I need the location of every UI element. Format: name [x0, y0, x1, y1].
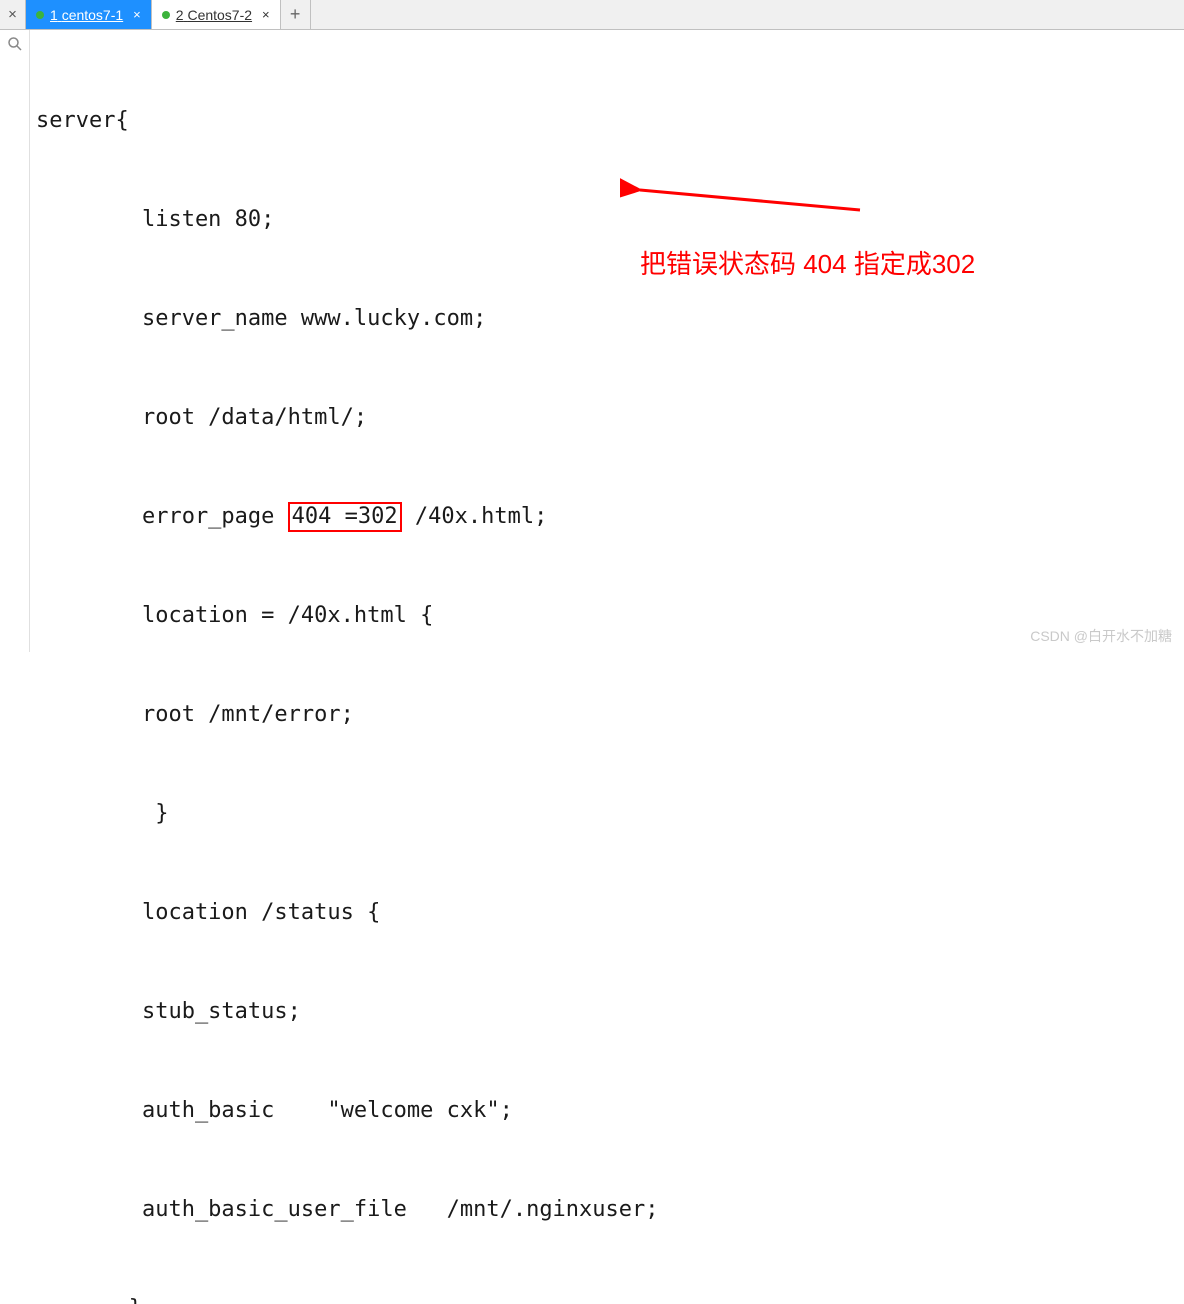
- tab-label: 2 Centos7-2: [176, 7, 252, 23]
- tab-close-icon[interactable]: ×: [258, 7, 270, 22]
- highlight-box: 404 =302: [288, 502, 402, 532]
- tab-close-icon[interactable]: ×: [129, 7, 141, 22]
- code-line: location /status {: [36, 896, 1178, 929]
- main-area: server{ listen 80; server_name www.lucky…: [0, 30, 1184, 652]
- tab-bar: × 1 centos7-1 × 2 Centos7-2 × +: [0, 0, 1184, 30]
- gutter: [0, 30, 30, 652]
- code-line: root /data/html/;: [36, 401, 1178, 434]
- close-all-button[interactable]: ×: [0, 0, 26, 29]
- code-line: stub_status;: [36, 995, 1178, 1028]
- code-line: auth_basic_user_file /mnt/.nginxuser;: [36, 1193, 1178, 1226]
- status-dot-icon: [162, 11, 170, 19]
- add-tab-button[interactable]: +: [281, 0, 311, 29]
- search-icon[interactable]: [7, 36, 23, 52]
- tab-centos7-1[interactable]: 1 centos7-1 ×: [26, 0, 152, 29]
- annotation-text: 把错误状态码 404 指定成302: [640, 248, 975, 281]
- code-line: listen 80;: [36, 203, 1178, 236]
- tab-centos7-2[interactable]: 2 Centos7-2 ×: [152, 0, 281, 29]
- watermark: CSDN @白开水不加糖: [1030, 626, 1172, 646]
- code-line: error_page 404 =302 /40x.html;: [36, 500, 1178, 533]
- code-line: auth_basic "welcome cxk";: [36, 1094, 1178, 1127]
- code-line: }: [36, 1292, 1178, 1304]
- editor[interactable]: server{ listen 80; server_name www.lucky…: [30, 30, 1184, 652]
- code-line: server_name www.lucky.com;: [36, 302, 1178, 335]
- code-line: }: [36, 797, 1178, 830]
- status-dot-icon: [36, 11, 44, 19]
- tab-label: 1 centos7-1: [50, 7, 123, 23]
- code-line: server{: [36, 104, 1178, 137]
- code-line: location = /40x.html {: [36, 599, 1178, 632]
- code-line: root /mnt/error;: [36, 698, 1178, 731]
